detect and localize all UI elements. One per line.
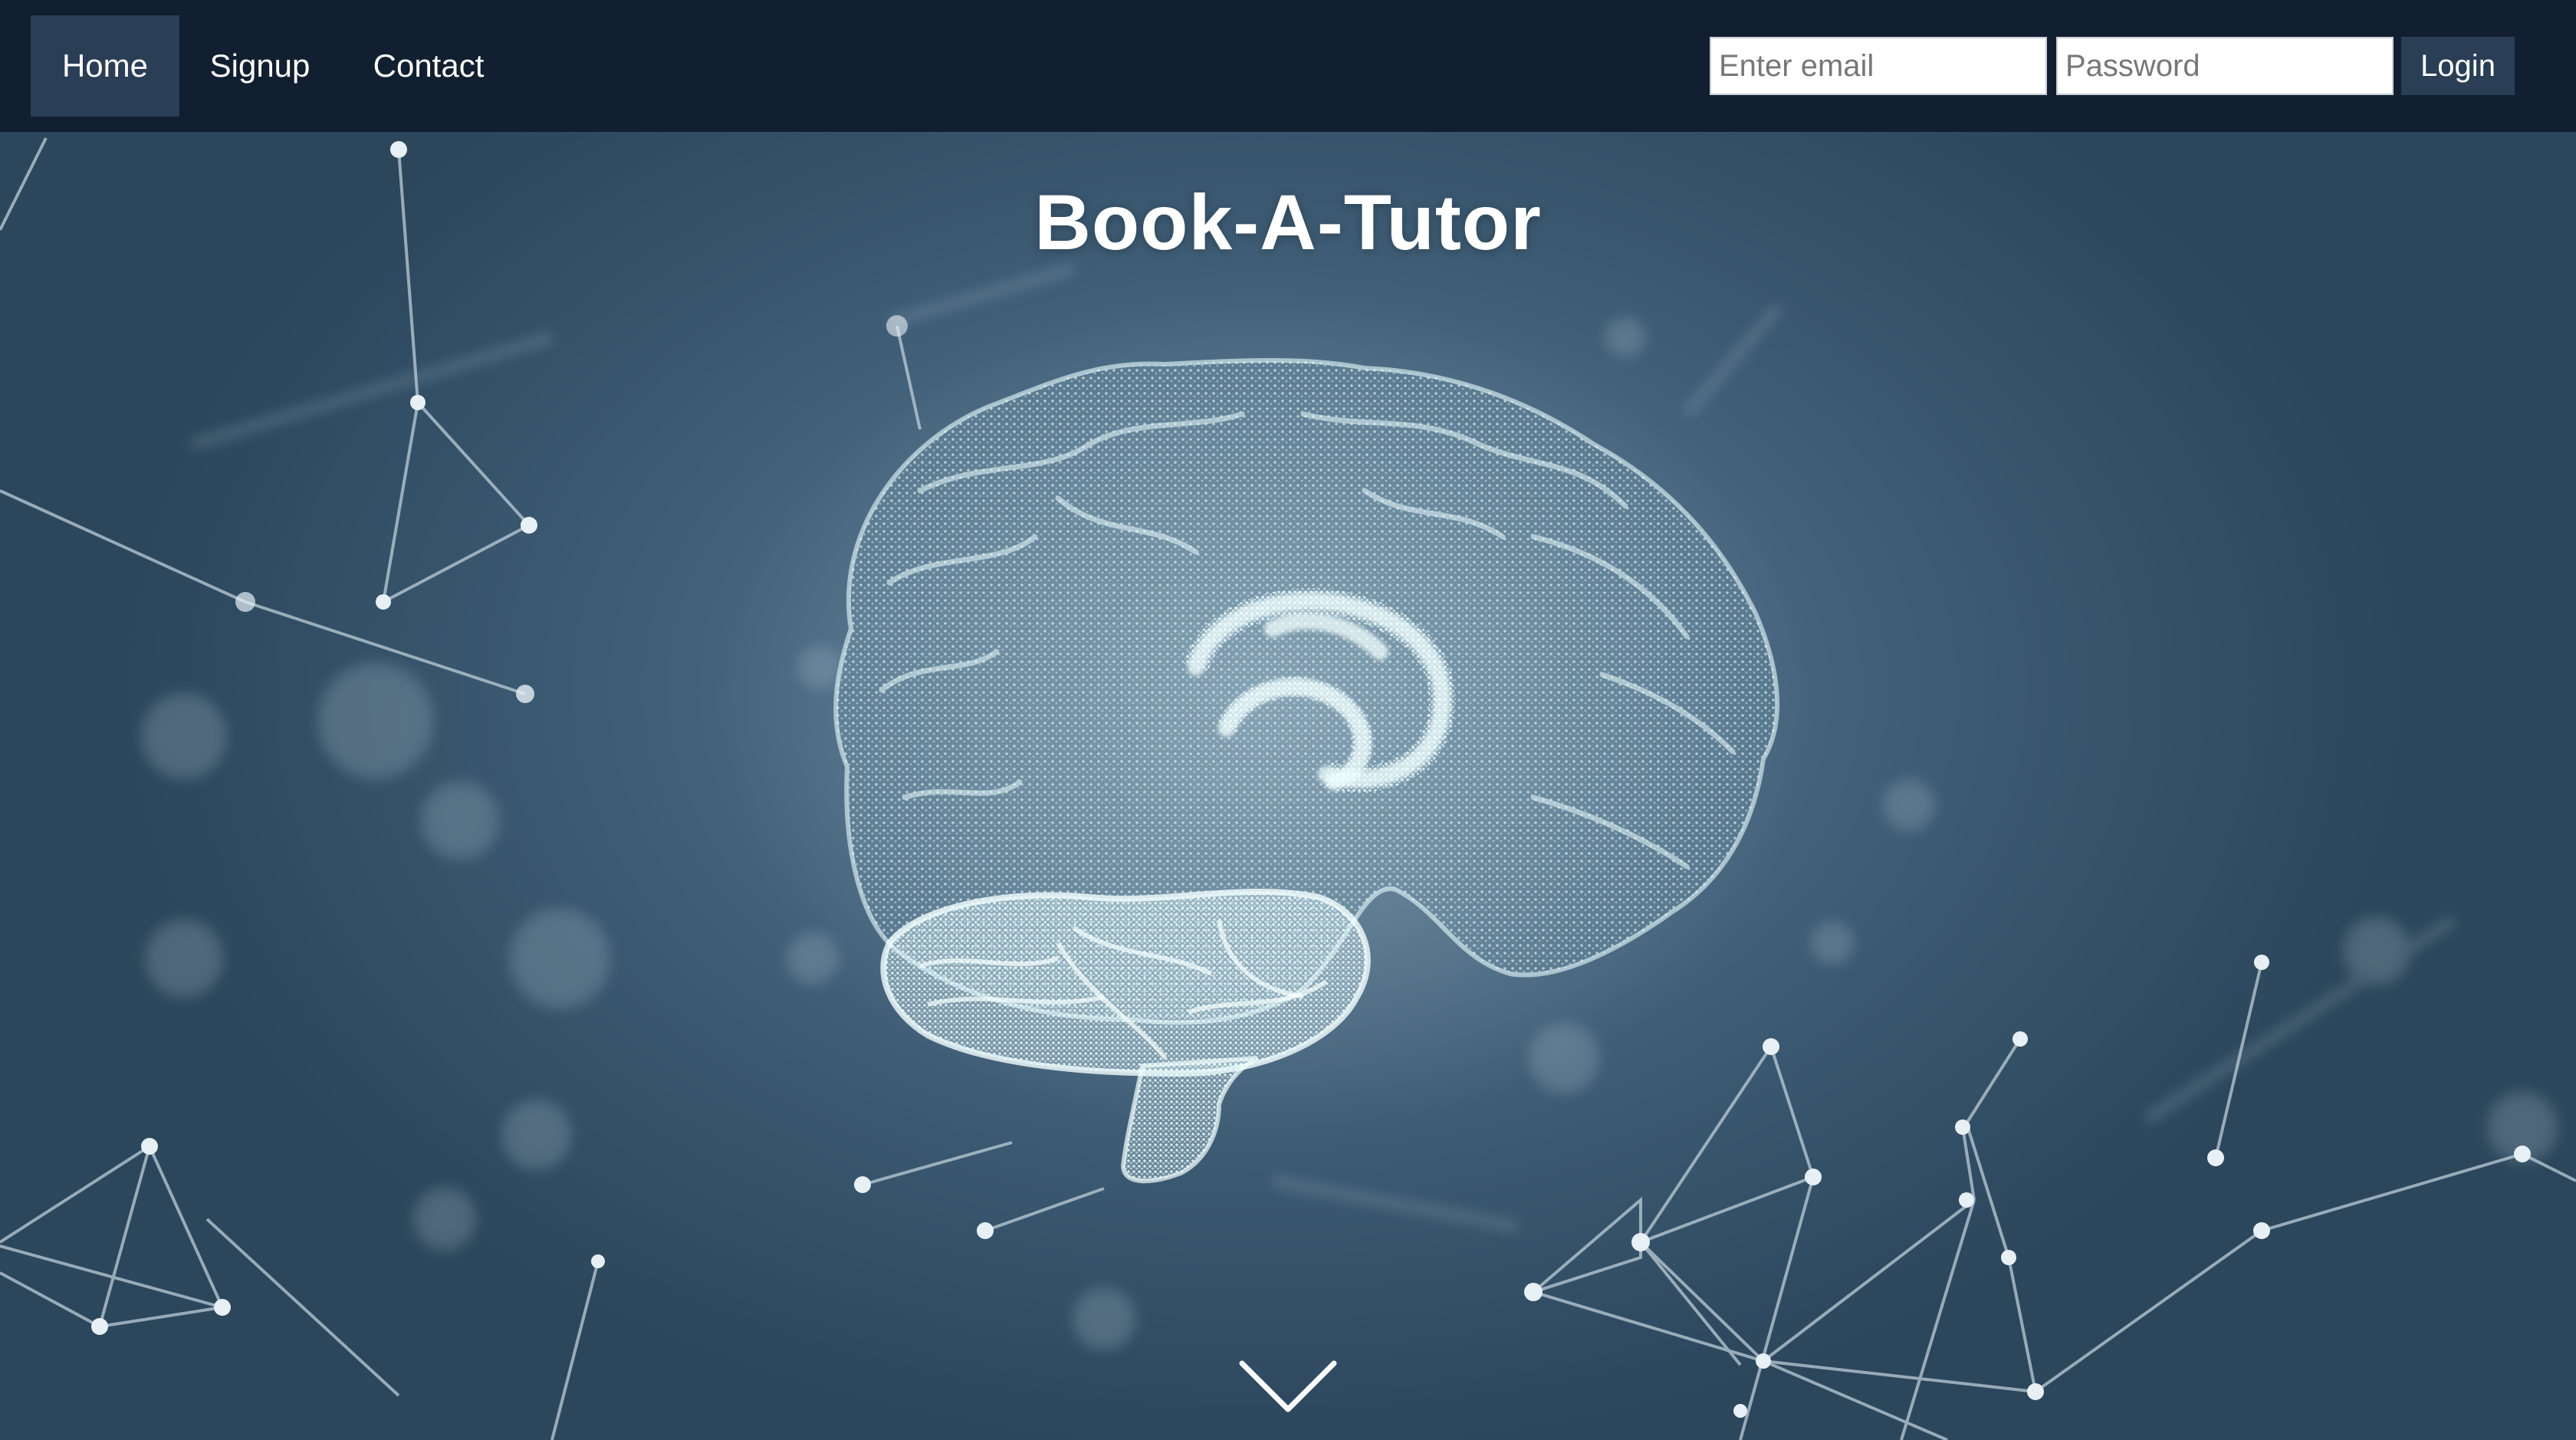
top-navbar: Home Signup Contact Login	[0, 0, 2576, 132]
login-button[interactable]: Login	[2401, 37, 2515, 95]
nav-signup-link[interactable]: Signup	[195, 15, 325, 117]
password-field[interactable]	[2056, 37, 2394, 95]
nav-contact-link[interactable]: Contact	[356, 15, 501, 117]
chevron-down-icon[interactable]	[1236, 1357, 1340, 1419]
page-title: Book-A-Tutor	[1034, 179, 1542, 266]
nav-home-link[interactable]: Home	[31, 15, 179, 117]
email-field[interactable]	[1710, 37, 2047, 95]
page: Home Signup Contact Login Book-A-Tutor	[0, 0, 2576, 1440]
